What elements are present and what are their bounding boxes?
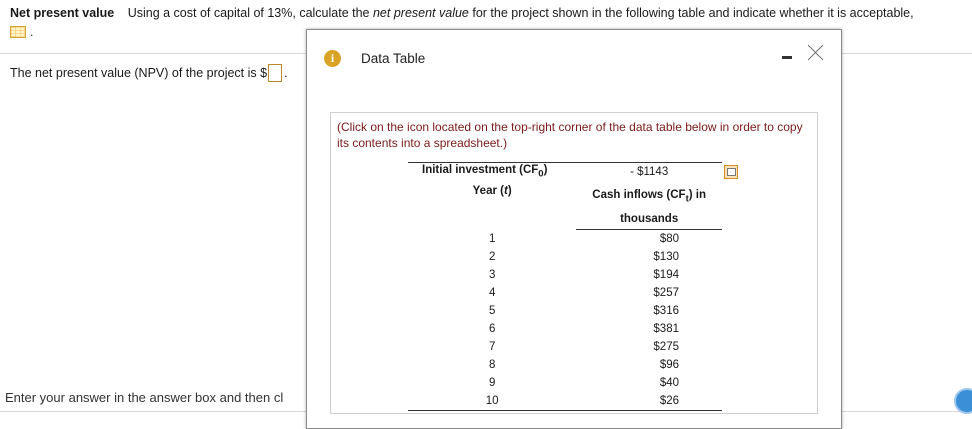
data-table-modal: i Data Table (Click on the icon located … (306, 29, 842, 429)
year-cell: 5 (488, 305, 496, 318)
year-cell: 2 (488, 251, 496, 264)
table-row: 2 $130 (408, 248, 722, 266)
table-header-row: Year (t) Cash inflows (CFt) in thousands (408, 181, 722, 231)
table-row: 7 $275 (408, 338, 722, 356)
year-cell: 9 (488, 377, 496, 390)
answer-line: The net present value (NPV) of the proje… (10, 64, 288, 82)
question-text-part: for the project shown in the following t… (468, 6, 914, 20)
answer-suffix: . (284, 66, 288, 80)
table-row: 10 $26 (408, 392, 722, 412)
initial-investment-label: Initial investment (CF0) (408, 162, 577, 181)
year-cell: 6 (488, 323, 496, 336)
question-text-emphasis: net present value (372, 6, 469, 20)
cash-cell: $381 (653, 323, 679, 336)
spreadsheet-icon[interactable] (10, 26, 26, 38)
table-row: 3 $194 (408, 266, 722, 284)
cash-cell: $40 (659, 377, 679, 390)
initial-investment-row: Initial investment (CF0) - $1143 (408, 162, 722, 181)
data-table-link[interactable]: . (10, 25, 33, 39)
modal-titlebar: i Data Table (307, 30, 841, 78)
year-cell: 3 (488, 269, 496, 282)
table-row: 1 $80 (408, 230, 722, 249)
minimize-button[interactable] (780, 48, 794, 62)
cash-cell: $194 (653, 269, 679, 282)
year-header: Year (t) (472, 185, 512, 197)
close-button[interactable] (807, 43, 825, 61)
table-row: 9 $40 (408, 374, 722, 392)
year-cell: 10 (408, 392, 577, 412)
modal-content: (Click on the icon located on the top-ri… (330, 112, 818, 414)
npv-answer-input[interactable] (268, 64, 283, 82)
year-cell: 4 (488, 287, 496, 300)
table-row: 8 $96 (408, 356, 722, 374)
question-text: Using a cost of capital of 13%, calculat… (128, 6, 914, 20)
footer-instruction: Enter your answer in the answer box and … (5, 390, 284, 405)
cash-cell: $80 (659, 233, 679, 246)
table-row: 4 $257 (408, 284, 722, 302)
modal-title: Data Table (361, 51, 426, 66)
year-cell: 8 (488, 359, 496, 372)
info-icon: i (324, 50, 341, 67)
data-table: Initial investment (CF0) - $1143 Year (t… (408, 162, 722, 412)
cash-cell: $316 (653, 305, 679, 318)
year-cell: 7 (488, 341, 496, 354)
cash-cell: $275 (653, 341, 679, 354)
cash-inflows-header: Cash inflows (CFt) in thousands (576, 181, 722, 231)
icon-suffix: . (30, 25, 34, 39)
copy-instruction-note: (Click on the icon located on the top-ri… (337, 120, 803, 150)
year-cell: 1 (488, 233, 496, 246)
cash-cell: $257 (653, 287, 679, 300)
cash-cell: $26 (576, 392, 722, 412)
table-row: 5 $316 (408, 302, 722, 320)
table-row: 6 $381 (408, 320, 722, 338)
initial-investment-value: - $1143 (576, 162, 722, 181)
question-text-part: Using a cost of capital of 13%, calculat… (127, 6, 373, 20)
cash-cell: $96 (659, 359, 679, 372)
cash-cell: $130 (653, 251, 679, 264)
question-title: Net present value (10, 6, 115, 20)
copy-to-spreadsheet-icon[interactable] (724, 165, 738, 179)
answer-label: The net present value (NPV) of the proje… (10, 66, 268, 80)
question-header: Net present value Using a cost of capita… (10, 5, 965, 21)
